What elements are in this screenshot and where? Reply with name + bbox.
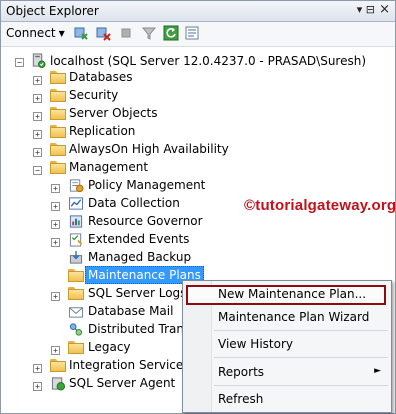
tree-node-database-mail[interactable]: Database Mail — [86, 303, 175, 319]
server-root-node[interactable]: localhost (SQL Server 12.0.4237.0 - PRAS… — [48, 53, 368, 69]
managed-backup-icon — [69, 250, 83, 264]
filter-icon[interactable] — [141, 25, 157, 41]
stop-icon[interactable] — [118, 25, 134, 41]
tree-node-extended-events[interactable]: Extended Events — [86, 231, 191, 247]
menu-item-label: Reports — [218, 365, 265, 379]
pin-icon[interactable]: ▾ ⊟ — [357, 3, 375, 16]
expand-toggle[interactable]: + — [51, 292, 60, 301]
tree-node-sql-server-logs[interactable]: SQL Server Logs — [86, 285, 188, 301]
title-bar: Object Explorer ▾ ⊟ × — [1, 1, 395, 22]
expand-toggle[interactable]: + — [51, 220, 60, 229]
menu-item-label: Maintenance Plan Wizard — [218, 310, 370, 324]
watermark-text: ©tutorialgateway.org — [244, 197, 396, 214]
distributed-transaction-icon — [69, 323, 83, 336]
tree-node-sql-server-agent[interactable]: SQL Server Agent — [67, 375, 177, 391]
extended-events-icon — [69, 233, 83, 247]
tree-node-security[interactable]: Security — [67, 87, 120, 103]
folder-icon — [50, 143, 66, 158]
expand-toggle[interactable]: + — [33, 130, 42, 139]
folder-icon — [50, 359, 66, 374]
resource-governor-icon — [69, 215, 83, 228]
tree-node-data-collection[interactable]: Data Collection — [86, 195, 182, 211]
menu-item-maintenance-plan-wizard[interactable]: Maintenance Plan Wizard — [183, 306, 391, 328]
tree-node-server-objects[interactable]: Server Objects — [67, 105, 160, 121]
folder-icon — [50, 89, 66, 104]
close-icon[interactable]: × — [379, 2, 390, 17]
folder-icon — [50, 125, 66, 140]
tree-node-replication[interactable]: Replication — [67, 123, 137, 139]
collapse-toggle[interactable]: − — [15, 58, 24, 67]
toolbar: Connect ▼ — [1, 22, 395, 47]
submenu-arrow-icon: ► — [374, 366, 381, 376]
expand-toggle[interactable]: + — [33, 76, 42, 85]
expand-toggle[interactable]: + — [33, 148, 42, 157]
expand-toggle[interactable]: + — [51, 184, 60, 193]
disconnect-icon[interactable] — [95, 25, 111, 41]
context-menu: New Maintenance Plan... Maintenance Plan… — [182, 280, 392, 413]
tree-node-alwayson[interactable]: AlwaysOn High Availability — [67, 141, 231, 157]
expand-toggle[interactable]: + — [33, 382, 42, 391]
folder-icon — [50, 161, 66, 176]
expand-toggle[interactable]: + — [51, 202, 60, 211]
object-explorer-window: Object Explorer ▾ ⊟ × Connect ▼ − localh… — [0, 0, 396, 414]
folder-icon — [50, 107, 66, 122]
dropdown-arrow-icon: ▼ — [58, 29, 65, 38]
database-mail-icon — [68, 307, 84, 318]
window-title: Object Explorer — [6, 4, 99, 18]
menu-item-reports[interactable]: Reports ► — [183, 361, 391, 383]
tree-node-databases[interactable]: Databases — [67, 69, 135, 85]
sql-agent-icon — [51, 377, 66, 391]
data-collection-icon — [68, 197, 84, 210]
menu-item-label: New Maintenance Plan... — [218, 287, 367, 301]
expand-toggle[interactable]: + — [51, 346, 60, 355]
menu-separator — [214, 357, 388, 358]
folder-icon — [68, 287, 84, 302]
folder-icon — [50, 71, 66, 86]
menu-item-new-maintenance-plan[interactable]: New Maintenance Plan... — [183, 283, 391, 305]
connect-button[interactable]: Connect ▼ — [6, 26, 65, 40]
collapse-toggle[interactable]: − — [33, 166, 42, 175]
menu-separator — [214, 330, 388, 331]
summary-icon[interactable] — [184, 25, 200, 41]
server-icon — [32, 53, 46, 68]
refresh-icon[interactable] — [163, 25, 179, 41]
expand-toggle[interactable]: + — [51, 238, 60, 247]
tree-node-legacy[interactable]: Legacy — [86, 339, 133, 355]
expand-toggle[interactable]: + — [33, 364, 42, 373]
menu-item-view-history[interactable]: View History — [183, 333, 391, 355]
expand-toggle[interactable]: + — [33, 112, 42, 121]
tree-node-policy-management[interactable]: Policy Management — [86, 177, 207, 193]
connect-icon[interactable] — [73, 25, 89, 41]
menu-item-label: Refresh — [218, 392, 264, 406]
menu-item-label: View History — [218, 337, 293, 351]
policy-icon — [69, 179, 84, 193]
folder-icon — [68, 269, 84, 284]
tree-node-managed-backup[interactable]: Managed Backup — [86, 249, 193, 265]
folder-icon — [68, 341, 84, 356]
menu-item-refresh[interactable]: Refresh — [183, 388, 391, 410]
tree-node-management[interactable]: Management — [67, 159, 150, 175]
menu-separator — [214, 385, 388, 386]
connect-label: Connect — [6, 26, 56, 40]
tree-node-resource-governor[interactable]: Resource Governor — [86, 213, 205, 229]
expand-toggle[interactable]: + — [33, 94, 42, 103]
